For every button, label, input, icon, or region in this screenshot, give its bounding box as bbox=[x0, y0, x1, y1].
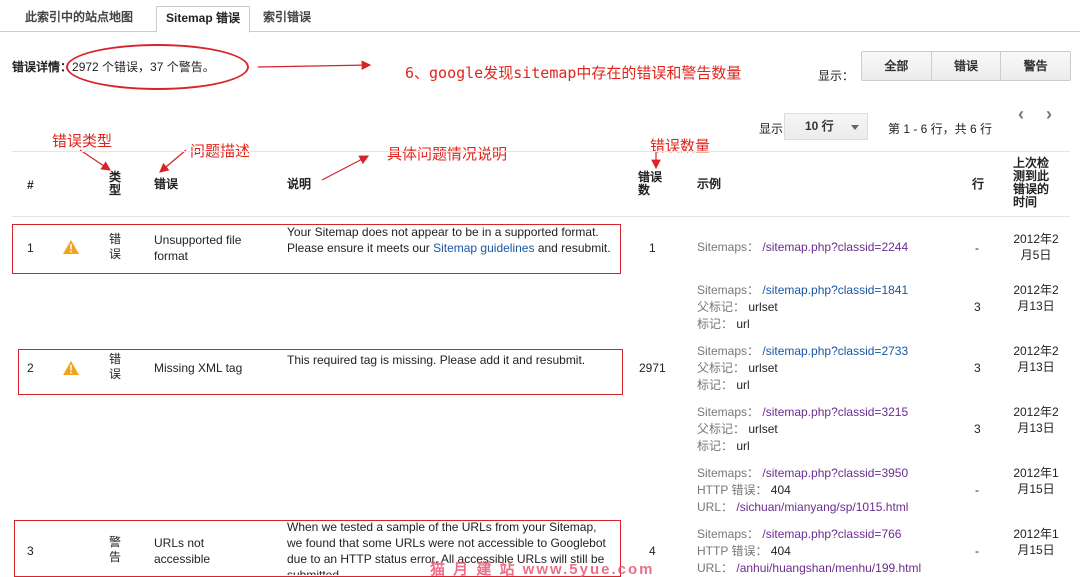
sample-1-label: Sitemaps： bbox=[697, 240, 760, 254]
sample-1-line: - bbox=[975, 241, 979, 255]
row-3-count: 4 bbox=[649, 544, 656, 558]
sample-5-url[interactable]: /sichuan/mianyang/sp/1015.html bbox=[736, 500, 908, 514]
sample-4-date: 2012年2月13日 bbox=[1013, 405, 1059, 435]
sample-6-label: Sitemaps： bbox=[697, 527, 760, 541]
row-1-desc-tail: and resubmit. bbox=[534, 241, 611, 255]
sample-3-label: Sitemaps： bbox=[697, 344, 760, 358]
row-1-type: 错误 bbox=[109, 232, 122, 261]
row-2-count: 2971 bbox=[639, 361, 666, 375]
sample-1-date: 2012年2月5日 bbox=[1013, 232, 1059, 262]
col-last-detected: 上次检测到此错误的时间 bbox=[1013, 156, 1050, 209]
sample-2-parent: urlset bbox=[748, 300, 778, 314]
sample-2-tag-label: 标记： bbox=[697, 317, 734, 331]
sample-5-link[interactable]: /sitemap.php?classid=3950 bbox=[762, 466, 908, 480]
warning-icon bbox=[63, 361, 79, 375]
row-3-type: 警告 bbox=[109, 535, 122, 564]
row-1-desc: Your Sitemap does not appear to be in a … bbox=[287, 224, 617, 256]
sample-6-date: 2012年1月15日 bbox=[1013, 527, 1059, 557]
col-example: 示例 bbox=[697, 177, 722, 191]
sample-5-date: 2012年1月15日 bbox=[1013, 466, 1059, 496]
sample-4-tag-label: 标记： bbox=[697, 439, 734, 453]
sample-5-line: - bbox=[975, 483, 979, 497]
annotation-counts: 6、google发现sitemap中存在的错误和警告数量 bbox=[405, 64, 742, 82]
sample-4-line: 3 bbox=[974, 422, 981, 436]
sample-6-url[interactable]: /anhui/huangshan/menhu/199.html bbox=[736, 561, 921, 575]
sample-6-http-label: HTTP 错误： bbox=[697, 544, 768, 558]
sample-2-date: 2012年2月13日 bbox=[1013, 283, 1059, 313]
annotation-detail: 具体问题情况说明 bbox=[387, 145, 508, 163]
sample-3-tag: url bbox=[736, 378, 750, 392]
watermark: 猫 月 建 站 www.5yue.com bbox=[430, 561, 655, 577]
sample-5-label: Sitemaps： bbox=[697, 466, 760, 480]
sample-3-tag-label: 标记： bbox=[697, 378, 734, 392]
sample-2-tag: url bbox=[736, 317, 750, 331]
annotation-arrows bbox=[79, 60, 661, 181]
sample-3-date: 2012年2月13日 bbox=[1013, 344, 1059, 374]
sample-2-parent-label: 父标记： bbox=[697, 300, 746, 314]
row-1-error: Unsupported file format bbox=[154, 233, 242, 263]
rows-label: 显示 bbox=[759, 122, 784, 136]
sample-2: Sitemaps： /sitemap.php?classid=1841 父标记：… bbox=[697, 282, 908, 333]
col-type: 类型 bbox=[109, 170, 122, 197]
sample-2-line: 3 bbox=[974, 300, 981, 314]
sample-3-parent-label: 父标记： bbox=[697, 361, 746, 375]
pager-range: 第 1 - 6 行，共 6 行 bbox=[888, 122, 993, 136]
filter-warnings-button[interactable]: 警告 bbox=[1001, 52, 1070, 80]
rows-per-page-select[interactable]: 10 行 bbox=[784, 113, 868, 140]
sample-1-link[interactable]: /sitemap.php?classid=2244 bbox=[762, 240, 908, 254]
row-2-num: 2 bbox=[27, 361, 34, 375]
header-bottom-rule bbox=[12, 216, 1070, 217]
filter-button-group: 全部 错误 警告 bbox=[861, 51, 1071, 81]
row-3-error: URLs not accessible bbox=[154, 536, 211, 566]
col-count: 错误数 bbox=[638, 170, 663, 197]
annotation-type: 错误类型 bbox=[52, 132, 113, 150]
sample-5-http: 404 bbox=[770, 483, 791, 497]
col-num: # bbox=[27, 178, 34, 192]
warning-icon bbox=[63, 240, 79, 254]
header-top-rule bbox=[12, 151, 1070, 152]
sample-3-line: 3 bbox=[974, 361, 981, 375]
col-line: 行 bbox=[972, 177, 985, 191]
sample-4: Sitemaps： /sitemap.php?classid=3215 父标记：… bbox=[697, 404, 908, 455]
sample-2-link[interactable]: /sitemap.php?classid=1841 bbox=[762, 283, 908, 297]
chevron-down-icon bbox=[851, 125, 859, 130]
sample-2-label: Sitemaps： bbox=[697, 283, 760, 297]
sample-6-line: - bbox=[975, 544, 979, 558]
sample-4-parent: urlset bbox=[748, 422, 778, 436]
sample-4-label: Sitemaps： bbox=[697, 405, 760, 419]
sample-3-link[interactable]: /sitemap.php?classid=2733 bbox=[762, 344, 908, 358]
chevron-left-icon[interactable]: ‹ bbox=[1018, 104, 1024, 125]
filter-all-button[interactable]: 全部 bbox=[862, 52, 932, 80]
sample-3: Sitemaps： /sitemap.php?classid=2733 父标记：… bbox=[697, 343, 908, 394]
sample-6-url-label: URL： bbox=[697, 561, 734, 575]
sample-4-parent-label: 父标记： bbox=[697, 422, 746, 436]
row-2-type: 错误 bbox=[109, 352, 122, 381]
sample-4-link[interactable]: /sitemap.php?classid=3215 bbox=[762, 405, 908, 419]
sample-3-parent: urlset bbox=[748, 361, 778, 375]
filter-errors-button[interactable]: 错误 bbox=[932, 52, 1002, 80]
filter-label: 显示： bbox=[818, 69, 855, 83]
chevron-right-icon[interactable]: › bbox=[1046, 104, 1052, 125]
sample-6-link[interactable]: /sitemap.php?classid=766 bbox=[762, 527, 901, 541]
col-desc: 说明 bbox=[287, 177, 312, 191]
sample-1: Sitemaps： /sitemap.php?classid=2244 bbox=[697, 239, 908, 256]
annotation-count: 错误数量 bbox=[650, 137, 711, 155]
sample-6-http: 404 bbox=[770, 544, 791, 558]
row-1-num: 1 bbox=[27, 241, 34, 255]
row-3-num: 3 bbox=[27, 544, 34, 558]
col-error: 错误 bbox=[154, 177, 179, 191]
sample-5: Sitemaps： /sitemap.php?classid=3950 HTTP… bbox=[697, 465, 908, 516]
row-2-desc: This required tag is missing. Please add… bbox=[287, 353, 586, 367]
sample-5-http-label: HTTP 错误： bbox=[697, 483, 768, 497]
sample-6: Sitemaps： /sitemap.php?classid=766 HTTP … bbox=[697, 526, 921, 577]
row-1-count: 1 bbox=[649, 241, 656, 255]
sample-4-tag: url bbox=[736, 439, 750, 453]
row-2-error: Missing XML tag bbox=[154, 361, 243, 375]
rows-per-page-value: 10 行 bbox=[805, 119, 834, 133]
sitemap-guidelines-link[interactable]: Sitemap guidelines bbox=[433, 241, 534, 255]
sample-5-url-label: URL： bbox=[697, 500, 734, 514]
